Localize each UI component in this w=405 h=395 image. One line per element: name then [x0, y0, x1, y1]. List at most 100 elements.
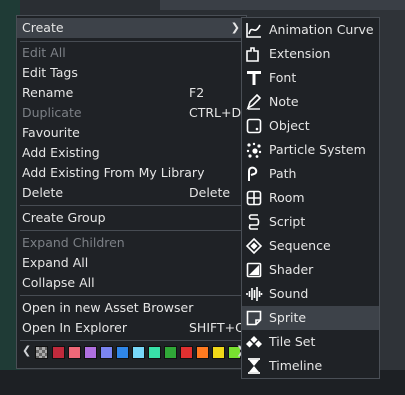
submenu-item-label: Tile Set — [269, 334, 316, 349]
background-toolbar-strip — [160, 0, 405, 10]
menu-item-edit-all[interactable]: Edit All — [17, 43, 246, 63]
menu-item-label: Open In Explorer — [22, 320, 127, 335]
submenu-item-extension[interactable]: Extension — [242, 42, 379, 66]
asset-context-menu: Create ❯ Edit All Edit Tags Rename F2 Du… — [16, 15, 247, 369]
submenu-item-label: Sprite — [269, 310, 307, 325]
menu-item-collapse-all[interactable]: Collapse All — [17, 273, 246, 293]
submenu-item-label: Extension — [269, 46, 331, 61]
sound-icon — [246, 287, 263, 301]
color-swatch[interactable] — [164, 346, 177, 359]
color-swatch[interactable] — [68, 346, 81, 359]
menu-separator — [20, 230, 243, 231]
color-swatch[interactable] — [84, 346, 97, 359]
submenu-item-label: Script — [269, 214, 306, 229]
menu-item-label: Add Existing From My Library — [22, 165, 205, 180]
submenu-arrow-icon: ❯ — [230, 21, 240, 34]
menu-item-open-in-explorer[interactable]: Open In Explorer SHIFT+O — [17, 318, 246, 338]
submenu-item-animation-curve[interactable]: Animation Curve — [242, 18, 379, 42]
menu-item-create-group[interactable]: Create Group — [17, 208, 246, 228]
menu-item-add-existing[interactable]: Add Existing — [17, 143, 246, 163]
particle-system-icon — [246, 142, 262, 158]
submenu-item-font[interactable]: Font — [242, 66, 379, 90]
menu-item-favourite[interactable]: Favourite — [17, 123, 246, 143]
submenu-item-note[interactable]: Note — [242, 90, 379, 114]
submenu-item-object[interactable]: Object — [242, 114, 379, 138]
submenu-item-particle-system[interactable]: Particle System — [242, 138, 379, 162]
sequence-icon — [245, 237, 263, 255]
menu-separator — [20, 340, 243, 341]
color-swatch[interactable] — [52, 346, 65, 359]
menu-item-label: Expand Children — [22, 235, 125, 250]
menu-item-label: Expand All — [22, 255, 89, 270]
menu-item-duplicate[interactable]: Duplicate CTRL+D — [17, 103, 246, 123]
path-icon — [248, 166, 258, 181]
menu-item-add-existing-from-library[interactable]: Add Existing From My Library — [17, 163, 246, 183]
color-swatch[interactable] — [212, 346, 225, 359]
submenu-item-label: Object — [269, 118, 310, 133]
shader-icon — [246, 262, 262, 278]
tile-set-icon — [246, 336, 262, 348]
menu-item-shortcut: CTRL+D — [189, 105, 242, 120]
submenu-item-label: Font — [269, 70, 297, 85]
submenu-item-timeline[interactable]: Timeline — [242, 354, 379, 378]
menu-item-label: Favourite — [22, 125, 80, 140]
submenu-item-room[interactable]: Room — [242, 186, 379, 210]
room-icon — [246, 190, 262, 206]
color-swatch[interactable] — [196, 346, 209, 359]
menu-item-label: Edit All — [22, 45, 66, 60]
color-swatch[interactable] — [100, 346, 113, 359]
submenu-item-tile-set[interactable]: Tile Set — [242, 330, 379, 354]
chevron-left-icon[interactable]: ❮ — [22, 344, 31, 357]
menu-item-shortcut: F2 — [189, 85, 205, 100]
color-swatch[interactable] — [180, 346, 193, 359]
color-swatch[interactable] — [132, 346, 145, 359]
submenu-item-label: Note — [269, 94, 299, 109]
menu-separator — [20, 295, 243, 296]
menu-item-edit-tags[interactable]: Edit Tags — [17, 63, 246, 83]
menu-item-label: Open in new Asset Browser — [22, 300, 194, 315]
color-swatch[interactable] — [116, 346, 129, 359]
submenu-item-sequence[interactable]: Sequence — [242, 234, 379, 258]
submenu-item-sprite[interactable]: Sprite — [242, 306, 379, 330]
menu-item-label: Edit Tags — [22, 65, 78, 80]
submenu-item-label: Particle System — [269, 142, 366, 157]
color-swatch-row: ❮ ❯ — [17, 342, 246, 364]
submenu-item-label: Path — [269, 166, 297, 181]
font-icon — [247, 71, 261, 85]
menu-item-label: Create Group — [22, 210, 106, 225]
sprite-icon — [246, 310, 262, 326]
menu-item-label: Create — [22, 20, 64, 35]
menu-item-shortcut: Delete — [189, 185, 231, 200]
submenu-item-label: Sound — [269, 286, 309, 301]
menu-item-label: Collapse All — [22, 275, 95, 290]
submenu-item-script[interactable]: Script — [242, 210, 379, 234]
menu-item-label: Duplicate — [22, 105, 82, 120]
menu-item-shortcut: SHIFT+O — [189, 320, 245, 335]
animation-curve-icon — [246, 23, 261, 38]
menu-item-create[interactable]: Create ❯ — [17, 18, 246, 38]
menu-item-open-asset-browser[interactable]: Open in new Asset Browser — [17, 298, 246, 318]
object-icon — [246, 118, 262, 134]
submenu-item-sound[interactable]: Sound — [242, 282, 379, 306]
menu-item-label: Rename — [22, 85, 74, 100]
submenu-item-label: Sequence — [269, 238, 331, 253]
menu-item-expand-all[interactable]: Expand All — [17, 253, 246, 273]
create-submenu: Animation Curve Extension Font Note Obje… — [241, 17, 380, 379]
menu-separator — [20, 205, 243, 206]
color-swatch-none[interactable] — [35, 346, 48, 359]
menu-item-label: Add Existing — [22, 145, 100, 160]
menu-item-label: Delete — [22, 185, 64, 200]
submenu-item-label: Animation Curve — [269, 22, 374, 37]
script-icon — [248, 214, 260, 230]
menu-separator — [20, 41, 243, 42]
submenu-item-shader[interactable]: Shader — [242, 258, 379, 282]
submenu-item-label: Shader — [269, 262, 314, 277]
submenu-item-path[interactable]: Path — [242, 162, 379, 186]
color-swatch[interactable] — [148, 346, 161, 359]
menu-item-delete[interactable]: Delete Delete — [17, 183, 246, 203]
note-icon — [246, 93, 262, 110]
timeline-icon — [248, 358, 260, 374]
submenu-item-label: Timeline — [269, 358, 323, 373]
menu-item-rename[interactable]: Rename F2 — [17, 83, 246, 103]
menu-item-expand-children[interactable]: Expand Children — [17, 233, 246, 253]
